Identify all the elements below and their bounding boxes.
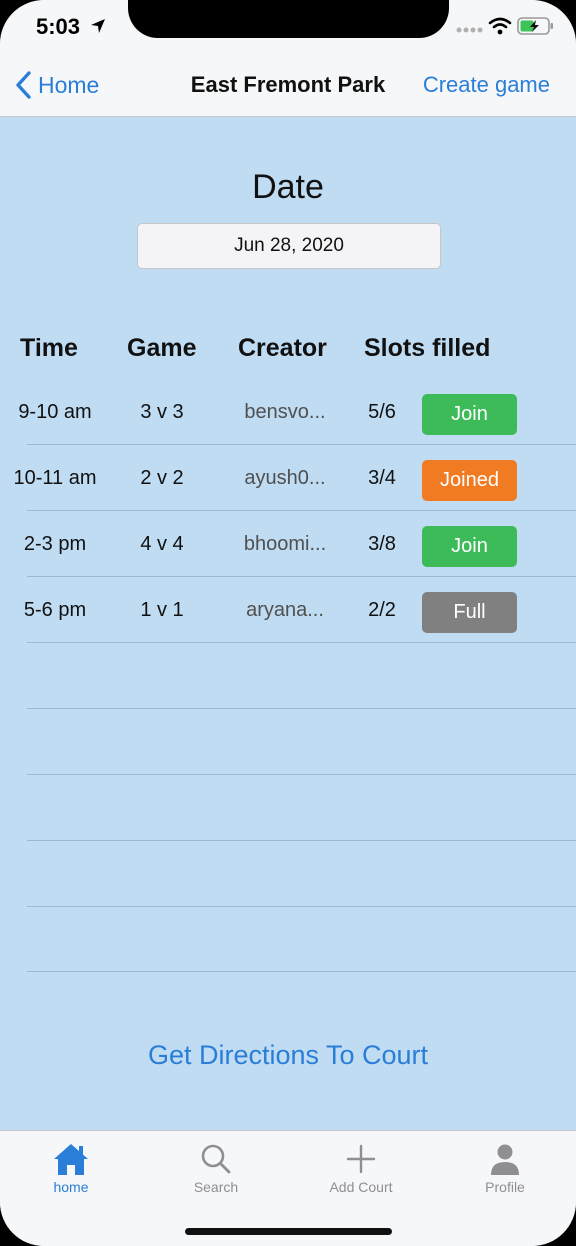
create-game-button[interactable]: Create game: [423, 72, 550, 98]
empty-row: [0, 841, 576, 907]
joined-button[interactable]: Joined: [422, 460, 517, 501]
notch: [128, 0, 449, 38]
date-value: Jun 28, 2020: [234, 235, 344, 256]
row-time: 2-3 pm: [23, 532, 87, 555]
empty-row: [0, 906, 576, 972]
full-button[interactable]: Full: [422, 592, 517, 633]
empty-row: [0, 643, 576, 709]
navigation-bar: Home East Fremont Park Create game: [0, 54, 576, 117]
battery-icon: [517, 17, 553, 35]
tab-home[interactable]: home: [16, 1141, 126, 1201]
date-label: Date: [252, 168, 324, 206]
table-row: 10-11 am 2 v 2 ayush0... 3/4 Joined: [0, 445, 576, 511]
row-slots: 2/2: [368, 598, 396, 621]
row-creator: bensvo...: [244, 400, 326, 423]
row-creator: aryana...: [246, 598, 324, 621]
empty-row: [0, 709, 576, 775]
join-button[interactable]: Join: [422, 526, 517, 567]
date-picker[interactable]: Jun 28, 2020: [137, 223, 441, 269]
row-time: 5-6 pm: [23, 598, 87, 621]
row-time: 10-11 am: [13, 466, 97, 489]
tab-add-court[interactable]: Add Court: [306, 1141, 416, 1201]
header-slots-filled: Slots filled: [364, 334, 491, 362]
row-divider: [27, 971, 576, 972]
table-row: 5-6 pm 1 v 1 aryana... 2/2 Full: [0, 577, 576, 643]
get-directions-button[interactable]: Get Directions To Court: [0, 1040, 576, 1071]
header-game: Game: [127, 334, 197, 362]
tab-label: Profile: [485, 1179, 525, 1195]
row-time: 9-10 am: [18, 400, 92, 423]
location-arrow-icon: [91, 19, 105, 33]
status-bar: 5:03: [0, 0, 576, 54]
search-icon: [201, 1144, 231, 1174]
row-slots: 5/6: [368, 400, 396, 423]
row-creator: ayush0...: [244, 466, 326, 489]
table-row: 9-10 am 3 v 3 bensvo... 5/6 Join: [0, 379, 576, 445]
row-slots: 3/8: [368, 532, 396, 555]
tab-label: Search: [193, 1179, 239, 1195]
row-creator: bhoomi...: [243, 532, 327, 555]
tab-label: Add Court: [329, 1179, 393, 1195]
header-creator: Creator: [238, 334, 327, 362]
empty-row: [0, 775, 576, 841]
person-icon: [491, 1144, 519, 1175]
wifi-icon: [488, 17, 512, 35]
plus-icon: [346, 1144, 376, 1174]
row-game: 3 v 3: [140, 400, 184, 423]
house-icon: [54, 1144, 88, 1175]
tab-profile[interactable]: Profile: [450, 1141, 560, 1201]
row-game: 4 v 4: [140, 532, 184, 555]
app-screen: 5:03 Home East Fremont Park Create game …: [0, 0, 576, 1246]
home-indicator: [185, 1228, 392, 1235]
tab-label: home: [53, 1179, 89, 1195]
header-time: Time: [20, 334, 78, 362]
row-game: 2 v 2: [140, 466, 184, 489]
signal-icon: [456, 27, 483, 33]
table-row: 2-3 pm 4 v 4 bhoomi... 3/8 Join: [0, 511, 576, 577]
join-button[interactable]: Join: [422, 394, 517, 435]
status-time: 5:03: [36, 14, 81, 39]
row-game: 1 v 1: [140, 598, 184, 621]
row-slots: 3/4: [368, 466, 396, 489]
tab-search[interactable]: Search: [161, 1141, 271, 1201]
